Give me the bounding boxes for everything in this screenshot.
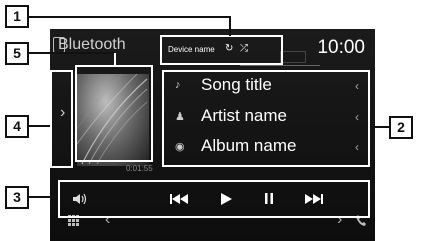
header-divider — [240, 65, 320, 66]
artwork-box — [75, 65, 153, 162]
callout-5-line — [26, 52, 116, 54]
callout-1: 1 — [5, 5, 29, 28]
header-decoration — [280, 51, 306, 63]
callout-5-line-v — [114, 53, 116, 66]
callout-3: 3 — [5, 186, 29, 209]
callout-1-line-v — [229, 16, 231, 36]
control-bar-box — [58, 180, 370, 218]
callout-3-line — [25, 196, 58, 198]
open-panel-chevron-icon[interactable]: › — [60, 104, 65, 122]
repeat-icon[interactable]: ↻ — [225, 43, 233, 54]
callout-4: 4 — [5, 115, 29, 138]
callout-5: 5 — [5, 42, 29, 65]
clock: 10:00 — [317, 37, 365, 58]
elapsed-time: 0:01:55 — [126, 164, 153, 173]
callout-2: 2 — [389, 116, 413, 139]
track-info-box — [162, 70, 370, 167]
device-name[interactable]: Device name — [168, 45, 215, 54]
callout-1-line — [26, 16, 231, 18]
callout-2-line — [371, 126, 390, 128]
shuffle-icon[interactable]: ⤮ — [240, 43, 248, 54]
